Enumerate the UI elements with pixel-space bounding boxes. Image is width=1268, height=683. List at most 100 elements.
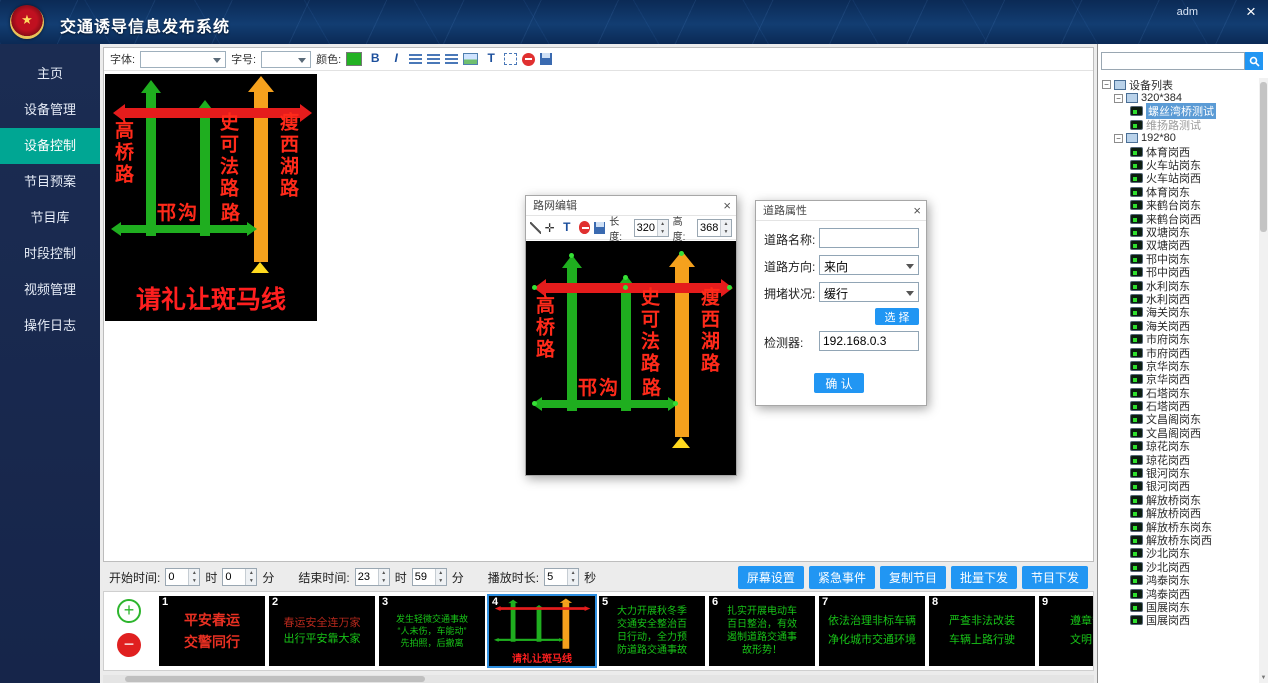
start-time-label: 开始时间: [109,569,160,586]
program-thumbnail-7[interactable]: 7 依法治理非标车辆 净化城市交通环境 [819,596,925,666]
control-point[interactable] [673,401,678,406]
end-minute-spinner[interactable]: ▲▼ [412,568,447,586]
road-direction-select[interactable]: 来向 [819,255,919,275]
sidebar-item-operation-log[interactable]: 操作日志 [0,308,100,344]
emergency-event-button[interactable]: 紧急事件 [809,566,875,589]
duration-input[interactable] [545,569,567,585]
align-center-icon[interactable] [427,54,440,65]
editor-text-tool-icon[interactable]: T [559,220,575,236]
program-send-button[interactable]: 节目下发 [1022,566,1088,589]
collapse-icon[interactable]: − [1114,94,1123,103]
sidebar-item-video-management[interactable]: 视频管理 [0,272,100,308]
height-input[interactable] [698,220,720,236]
program-thumbnail-9[interactable]: 9 遵章守法 文明出行 [1039,596,1094,666]
insert-image-icon[interactable] [463,53,478,65]
remove-program-button[interactable]: − [117,633,141,657]
duration-spinner[interactable]: ▲▼ [544,568,579,586]
align-right-icon[interactable] [445,54,458,65]
control-point[interactable] [727,285,732,290]
scroll-down-arrow[interactable]: ▼ [1259,674,1268,683]
control-point[interactable] [623,285,628,290]
sidebar-item-device-control[interactable]: 设备控制 [0,128,100,164]
copy-program-button[interactable]: 复制节目 [880,566,946,589]
start-minute-input[interactable] [223,569,245,585]
editor-delete-icon[interactable] [579,221,591,234]
close-icon[interactable]: × [1242,2,1260,22]
frame-tool-icon[interactable] [504,53,517,65]
vertical-scrollbar-thumb[interactable] [1260,82,1267,232]
delete-icon[interactable] [522,53,535,66]
thumbnail-number: 7 [822,596,828,608]
thumbnail-text: 大力开展秋冬季 [599,605,705,618]
length-spinner[interactable]: ▲▼ [634,219,669,237]
control-point[interactable] [569,253,574,258]
sidebar-item-home[interactable]: 主页 [0,56,100,92]
control-point[interactable] [532,285,537,290]
length-input[interactable] [635,220,657,236]
program-thumbnail-8[interactable]: 8 严查非法改装 车辆上路行驶 [929,596,1035,666]
road-properties-close-icon[interactable]: × [913,201,921,221]
editor-save-icon[interactable] [594,222,605,234]
program-thumbnail-4-selected[interactable]: 4 请礼让斑马线 [489,596,595,666]
end-hour-spinner[interactable]: ▲▼ [355,568,390,586]
detector-input[interactable] [819,331,919,351]
program-thumbnail-3[interactable]: 3 发生轻微交通事故 “人未伤，车能动” 先拍照，后撤离 [379,596,485,666]
led-screen-preview[interactable]: 高桥路 史可法路 瘦西湖路 邗沟 路 请礼让斑马线 [105,74,317,321]
control-point[interactable] [623,275,628,280]
collapse-icon[interactable]: − [1102,80,1111,89]
program-thumbnail-1[interactable]: 1 平安春运 交警同行 [159,596,265,666]
road-name-label: 道路名称: [764,231,815,248]
confirm-button[interactable]: 确 认 [814,373,864,393]
tree-item-device[interactable]: 国展岗西 [1100,614,1258,627]
start-hour-input[interactable] [166,569,188,585]
program-thumbnail-5[interactable]: 5 大力开展秋冬季 交通安全整治百 日行动，全力预 防道路交通事故 [599,596,705,666]
move-tool-icon[interactable]: ✛ [545,221,555,235]
start-hour-spinner[interactable]: ▲▼ [165,568,200,586]
sidebar-item-device-management[interactable]: 设备管理 [0,92,100,128]
device-icon [1130,468,1143,478]
road-name-input[interactable] [819,228,919,248]
sidebar-item-time-control[interactable]: 时段控制 [0,236,100,272]
tree-root-device-list[interactable]: − 设备列表 [1100,78,1258,91]
add-program-button[interactable]: + [117,599,141,623]
bold-button[interactable]: B [367,51,383,67]
search-button[interactable] [1245,52,1263,70]
road-editor-close-icon[interactable]: × [723,196,731,216]
road-editor-toolbar: ✛ T 长度: ▲▼ 高度: ▲▼ [526,216,736,240]
program-thumbnail-2[interactable]: 2 春运安全连万家 出行平安靠大家 [269,596,375,666]
start-minute-spinner[interactable]: ▲▼ [222,568,257,586]
collapse-icon[interactable]: − [1114,134,1123,143]
save-icon[interactable] [540,53,552,65]
control-point[interactable] [679,251,684,256]
end-minute-input[interactable] [413,569,435,585]
font-select[interactable] [140,51,226,68]
road-editor-title-bar[interactable]: 路网编辑 × [526,196,736,216]
congestion-select[interactable]: 缓行 [819,282,919,302]
horizontal-scrollbar[interactable] [103,675,1094,683]
select-detector-button[interactable]: 选 择 [875,308,919,325]
length-spinner-arrows[interactable]: ▲▼ [657,220,668,236]
size-select[interactable] [261,51,311,68]
vertical-scrollbar[interactable]: ▼ [1259,78,1268,683]
italic-button[interactable]: I [388,51,404,67]
control-point[interactable] [532,401,537,406]
batch-send-button[interactable]: 批量下发 [951,566,1017,589]
draw-line-icon[interactable] [530,222,541,234]
horizontal-scrollbar-thumb[interactable] [125,676,425,682]
color-swatch[interactable] [346,52,362,66]
thumbnail-number: 9 [1042,596,1048,608]
align-left-icon[interactable] [409,54,422,65]
road-editor-canvas[interactable]: 高桥路 史可法路 瘦西湖路 邗沟 路 [526,241,736,475]
program-thumbnail-6[interactable]: 6 扎实开展电动车 百日整治，有效 遏制道路交通事 故形势！ [709,596,815,666]
screen-settings-button[interactable]: 屏幕设置 [738,566,804,589]
device-search-input[interactable] [1101,52,1245,70]
height-spinner[interactable]: ▲▼ [697,219,732,237]
height-spinner-arrows[interactable]: ▲▼ [720,220,731,236]
end-hour-input[interactable] [356,569,378,585]
device-icon [1130,522,1143,532]
sidebar-item-program-library[interactable]: 节目库 [0,200,100,236]
text-tool-icon[interactable]: T [483,51,499,67]
sidebar-item-program-plan[interactable]: 节目预案 [0,164,100,200]
road-properties-title-bar[interactable]: 道路属性 × [756,201,926,221]
tree-item-device[interactable]: 维扬路测试 [1100,118,1258,131]
